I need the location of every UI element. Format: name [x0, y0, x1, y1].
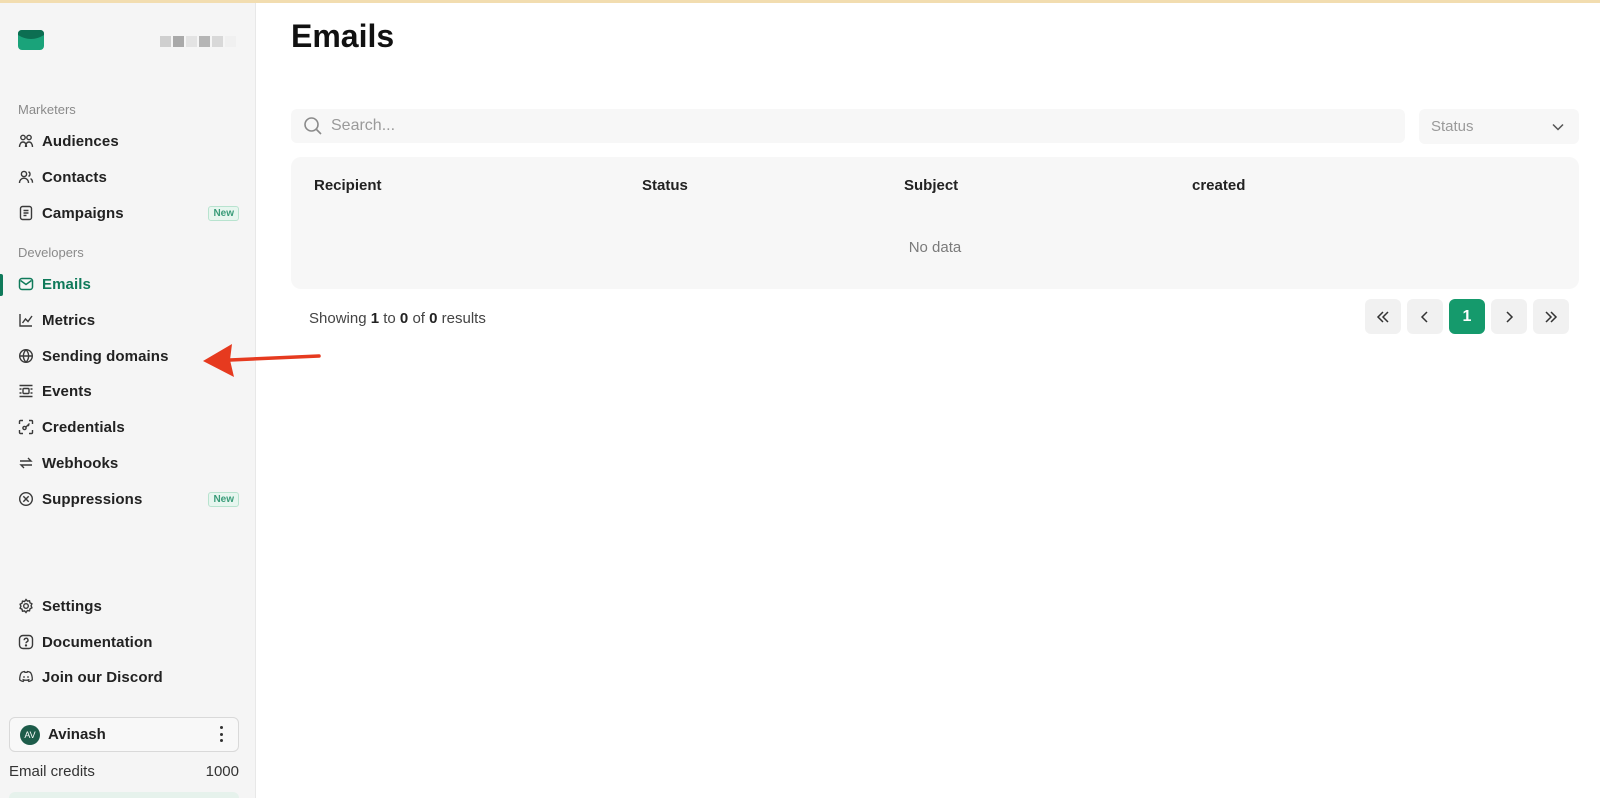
annotation-arrow-icon [203, 344, 321, 377]
chevrons-right-icon [1545, 310, 1558, 323]
kebab-menu-icon[interactable] [220, 726, 224, 742]
sidebar-item-label: Sending domains [42, 347, 169, 365]
emails-table: Recipient Status Subject created No data [291, 157, 1579, 289]
results-total: 0 [429, 310, 438, 327]
sidebar-item-contacts[interactable]: Contacts [17, 163, 239, 191]
sidebar-item-audiences[interactable]: Audiences [17, 127, 239, 155]
sidebar-item-label: Settings [42, 597, 102, 615]
app-logo-icon[interactable] [17, 27, 45, 51]
sidebar-item-campaigns[interactable]: Campaigns New [17, 199, 239, 227]
avatar: AV [20, 724, 40, 745]
block-icon [17, 491, 34, 508]
user-menu[interactable]: AV Avinash [9, 717, 239, 752]
webhook-icon [17, 455, 34, 472]
sidebar-item-label: Webhooks [42, 454, 119, 472]
discord-icon [17, 669, 34, 686]
search-icon [304, 117, 322, 135]
sidebar-item-credentials[interactable]: Credentials [17, 413, 239, 441]
gear-icon [17, 598, 34, 615]
upgrade-banner[interactable] [9, 792, 239, 798]
next-page-button[interactable] [1491, 299, 1527, 334]
globe-icon [17, 348, 34, 365]
chevrons-left-icon [1376, 310, 1389, 323]
sidebar-item-emails[interactable]: Emails [17, 270, 239, 298]
sidebar-item-label: Metrics [42, 311, 96, 329]
sidebar-item-label: Credentials [42, 418, 125, 436]
column-header-subject[interactable]: Subject [904, 177, 958, 194]
column-header-created[interactable]: created [1192, 177, 1245, 194]
new-badge: New [208, 492, 239, 507]
sidebar-item-label: Join our Discord [42, 668, 163, 686]
events-icon [17, 383, 34, 400]
sidebar-item-metrics[interactable]: Metrics [17, 306, 239, 334]
sidebar-item-events[interactable]: Events [17, 377, 239, 405]
sidebar-item-webhooks[interactable]: Webhooks [17, 449, 239, 477]
search-input[interactable] [331, 117, 1331, 135]
user-name: Avinash [48, 726, 106, 743]
sidebar-item-documentation[interactable]: Documentation [17, 628, 239, 656]
results-summary: Showing 1 to 0 of 0 results [309, 310, 486, 327]
key-icon [17, 419, 34, 436]
results-to-word: to [383, 310, 396, 327]
section-label-developers: Developers [18, 245, 84, 260]
email-credits-label: Email credits [9, 763, 95, 780]
column-header-status[interactable]: Status [642, 177, 688, 194]
active-indicator [0, 274, 3, 296]
previous-page-button[interactable] [1407, 299, 1443, 334]
audiences-icon [17, 133, 34, 150]
chevron-left-icon [1420, 310, 1428, 323]
new-badge: New [208, 206, 239, 221]
column-header-recipient[interactable]: Recipient [314, 177, 382, 194]
status-filter-select[interactable]: Status [1419, 109, 1579, 144]
results-suffix: results [441, 310, 486, 327]
mail-icon [17, 276, 34, 293]
sidebar-item-label: Contacts [42, 168, 107, 186]
sidebar-item-label: Suppressions [42, 490, 143, 508]
sidebar-item-label: Campaigns [42, 204, 124, 222]
page-button-current[interactable]: 1 [1449, 299, 1485, 334]
sidebar-item-suppressions[interactable]: Suppressions New [17, 485, 239, 513]
results-of-word: of [412, 310, 425, 327]
sidebar-item-label: Audiences [42, 132, 119, 150]
chevron-down-icon [1552, 123, 1564, 131]
sidebar-item-label: Emails [42, 275, 91, 293]
last-page-button[interactable] [1533, 299, 1569, 334]
email-credits-value: 1000 [205, 763, 239, 780]
contacts-icon [17, 169, 34, 186]
section-label-marketers: Marketers [18, 102, 76, 117]
status-filter-placeholder: Status [1431, 118, 1474, 135]
sidebar-item-settings[interactable]: Settings [17, 592, 239, 620]
results-to: 0 [399, 310, 409, 327]
results-from: 1 [370, 310, 380, 327]
chart-icon [17, 312, 34, 329]
chevron-right-icon [1506, 310, 1514, 323]
help-icon [17, 634, 34, 651]
first-page-button[interactable] [1365, 299, 1401, 334]
results-prefix: Showing [309, 310, 367, 327]
empty-state-text: No data [908, 239, 962, 256]
workspace-name-redacted[interactable] [160, 36, 236, 47]
sidebar: Marketers Audiences Contacts Campaigns N… [0, 3, 256, 798]
search-box[interactable] [291, 109, 1405, 143]
email-credits: Email credits 1000 [9, 763, 239, 780]
sidebar-item-label: Events [42, 382, 92, 400]
page-title: Emails [291, 18, 395, 54]
campaigns-icon [17, 205, 34, 222]
sidebar-item-discord[interactable]: Join our Discord [17, 663, 239, 691]
pagination: 1 [1365, 299, 1569, 334]
sidebar-item-label: Documentation [42, 633, 153, 651]
